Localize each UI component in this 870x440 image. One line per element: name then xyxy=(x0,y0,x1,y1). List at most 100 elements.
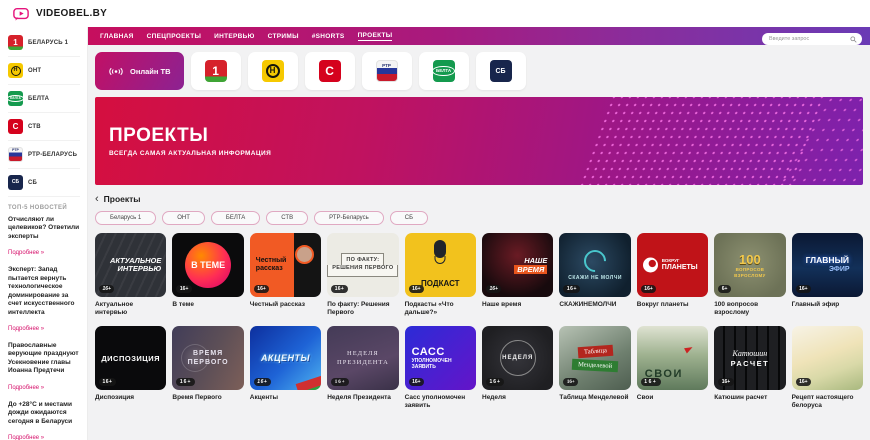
project-title[interactable]: СКАЖИНЕМОЛЧИ xyxy=(559,301,630,309)
videobel-logo-icon[interactable] xyxy=(12,6,30,22)
project-thumbnail[interactable]: НАШЕ ВРЕМЯ 16+ xyxy=(482,233,553,297)
project-title[interactable]: Акценты xyxy=(250,394,321,402)
project-title[interactable]: 100 вопросов взрослому xyxy=(714,301,785,317)
filter-chip[interactable]: ОНТ xyxy=(162,211,205,225)
project-thumbnail[interactable]: ПО ФАКТУ: РЕШЕНИЯ ПЕРВОГО 16+ xyxy=(327,233,398,297)
sidebar-channel-item[interactable]: С СТВ xyxy=(8,113,80,141)
channel-button[interactable]: С xyxy=(305,52,355,90)
online-tv-button[interactable]: Онлайн ТВ xyxy=(95,52,184,90)
sidebar-channel-item[interactable]: РТР РТР-БЕЛАРУСЬ xyxy=(8,141,80,169)
project-card[interactable]: НАШЕ ВРЕМЯ 16+ Наше время xyxy=(482,233,553,317)
project-card[interactable]: ДИСПОЗИЦИЯ 16+ Диспозиция xyxy=(95,326,166,410)
news-item[interactable]: Отчисляют ли целевиков? Ответили эксперт… xyxy=(8,212,80,262)
project-title[interactable]: Вокруг планеты xyxy=(637,301,708,309)
project-title[interactable]: Катюшин расчет xyxy=(714,394,785,402)
project-thumbnail[interactable]: НЕДЕЛЯ ПРЕЗИДЕНТА 16+ xyxy=(327,326,398,390)
project-title[interactable]: Главный эфир xyxy=(792,301,863,309)
project-card[interactable]: ПО ФАКТУ: РЕШЕНИЯ ПЕРВОГО 16+ По факту: … xyxy=(327,233,398,317)
nav-tab[interactable]: ИНТЕРВЬЮ xyxy=(214,33,254,40)
nav-tab[interactable]: ПРОЕКТЫ xyxy=(358,32,393,41)
news-more-link[interactable]: Подробнее » xyxy=(8,250,44,256)
site-title[interactable]: VIDEOBEL.BY xyxy=(36,8,107,19)
project-card[interactable]: СКАЖИ НЕ МОЛЧИ 16+ СКАЖИНЕМОЛЧИ xyxy=(559,233,630,317)
news-more-link[interactable]: Подробнее » xyxy=(8,385,44,391)
sidebar-channel-item[interactable]: 1 БЕЛАРУСЬ 1 xyxy=(8,29,80,57)
project-title[interactable]: Таблица Менделевой xyxy=(559,394,630,402)
project-title[interactable]: Честный рассказ xyxy=(250,301,321,309)
channel-button[interactable]: БЕЛТА xyxy=(419,52,469,90)
project-thumbnail[interactable]: ПОДКАСТ 16+ xyxy=(405,233,476,297)
project-card[interactable]: 100 ВОПРОСОВ ВЗРОСЛОМУ 6+ 100 вопросов в… xyxy=(714,233,785,317)
project-title[interactable]: Сасс уполномочен заявить xyxy=(405,394,476,410)
filter-chip[interactable]: Беларусь 1 xyxy=(95,211,156,225)
project-card[interactable]: СВОИ 16+ Свои xyxy=(637,326,708,410)
project-title[interactable]: Свои xyxy=(637,394,708,402)
search-input[interactable] xyxy=(762,33,862,45)
sidebar-channel-item[interactable]: Н ОНТ xyxy=(8,57,80,85)
project-thumbnail[interactable]: СКАЖИ НЕ МОЛЧИ 16+ xyxy=(559,233,630,297)
project-thumbnail[interactable]: В ТЕМЕ 16+ xyxy=(172,233,243,297)
channel-button[interactable]: СБ xyxy=(476,52,526,90)
project-card[interactable]: ВРЕМЯ ПЕРВОГО 16+ Время Первого xyxy=(172,326,243,410)
thumbnail-subtitle: ПЕРВОГО xyxy=(188,358,229,367)
project-title[interactable]: По факту: Решения Первого xyxy=(327,301,398,317)
project-card[interactable]: НЕДЕЛЯ 16+ Неделя xyxy=(482,326,553,410)
project-title[interactable]: Неделя Президента xyxy=(327,394,398,402)
project-thumbnail[interactable]: НЕДЕЛЯ 16+ xyxy=(482,326,553,390)
filter-chip[interactable]: БЕЛТА xyxy=(211,211,260,225)
filter-chip[interactable]: СТВ xyxy=(266,211,308,225)
project-thumbnail[interactable]: АКЦЕНТЫ 16+ xyxy=(250,326,321,390)
project-thumbnail[interactable]: ДИСПОЗИЦИЯ 16+ xyxy=(95,326,166,390)
project-thumbnail[interactable]: СВОИ 16+ xyxy=(637,326,708,390)
news-item[interactable]: Эксперт: Запад пытается вернуть технолог… xyxy=(8,262,80,338)
project-thumbnail[interactable]: Честный рассказ 16+ xyxy=(250,233,321,297)
project-thumbnail[interactable]: Катюшин РАСЧЕТ 16+ xyxy=(714,326,785,390)
project-card[interactable]: ГЛАВНЫЙ ЭФИР 16+ Главный эфир xyxy=(792,233,863,317)
project-thumbnail[interactable]: САСС УПОЛНОМОЧЕН ЗАЯВИТЬ 16+ xyxy=(405,326,476,390)
project-card[interactable]: ВОКРУГ ПЛАНЕТЫ 16+ Вокруг планеты xyxy=(637,233,708,317)
project-title[interactable]: Неделя xyxy=(482,394,553,402)
channel-button[interactable]: РТР xyxy=(362,52,412,90)
project-card[interactable]: НЕДЕЛЯ ПРЕЗИДЕНТА 16+ Неделя Президента xyxy=(327,326,398,410)
filter-chip[interactable]: СБ xyxy=(390,211,428,225)
project-thumbnail[interactable]: ВРЕМЯ ПЕРВОГО 16+ xyxy=(172,326,243,390)
project-thumbnail[interactable]: 100 ВОПРОСОВ ВЗРОСЛОМУ 6+ xyxy=(714,233,785,297)
project-thumbnail[interactable]: ВОКРУГ ПЛАНЕТЫ 16+ xyxy=(637,233,708,297)
project-card[interactable]: Честный рассказ 16+ Честный рассказ xyxy=(250,233,321,317)
project-card[interactable]: Катюшин РАСЧЕТ 16+ Катюшин расчет xyxy=(714,326,785,410)
nav-tab[interactable]: СПЕЦПРОЕКТЫ xyxy=(147,33,202,40)
project-card[interactable]: АКТУАЛЬНОЕ ИНТЕРВЬЮ 16+ Актуальное интер… xyxy=(95,233,166,317)
breadcrumb[interactable]: ‹ Проекты xyxy=(95,194,863,204)
project-card[interactable]: АКЦЕНТЫ 16+ Акценты xyxy=(250,326,321,410)
sidebar-channel-item[interactable]: БЕЛТА БЕЛТА xyxy=(8,85,80,113)
back-chevron-icon[interactable]: ‹ xyxy=(95,195,99,204)
project-title[interactable]: Подкасты «Что дальше?» xyxy=(405,301,476,317)
filter-chip[interactable]: РТР-Беларусь xyxy=(314,211,384,225)
nav-tab[interactable]: ГЛАВНАЯ xyxy=(100,33,134,40)
project-card[interactable]: ПОДКАСТ 16+ Подкасты «Что дальше?» xyxy=(405,233,476,317)
project-card[interactable]: САСС УПОЛНОМОЧЕН ЗАЯВИТЬ 16+ Сасс уполно… xyxy=(405,326,476,410)
news-item[interactable]: До +28°С и местами дожди ожидаются сегод… xyxy=(8,397,80,440)
project-thumbnail[interactable]: АКТУАЛЬНОЕ ИНТЕРВЬЮ 16+ xyxy=(95,233,166,297)
search-icon[interactable] xyxy=(850,30,857,37)
news-more-link[interactable]: Подробнее » xyxy=(8,326,44,332)
channel-button[interactable]: Н xyxy=(248,52,298,90)
project-thumbnail[interactable]: Таблица Менделевой 16+ xyxy=(559,326,630,390)
project-title[interactable]: В теме xyxy=(172,301,243,309)
nav-tab[interactable]: СТРИМЫ xyxy=(268,33,299,40)
project-card[interactable]: 16+ Рецепт настоящего белоруса xyxy=(792,326,863,410)
channel-button[interactable]: 1 xyxy=(191,52,241,90)
project-title[interactable]: Рецепт настоящего белоруса xyxy=(792,394,863,410)
news-more-link[interactable]: Подробнее » xyxy=(8,435,44,440)
project-title[interactable]: Актуальное интервью xyxy=(95,301,166,317)
sidebar-channel-item[interactable]: СБ СБ xyxy=(8,169,80,197)
project-card[interactable]: Таблица Менделевой 16+ Таблица Менделево… xyxy=(559,326,630,410)
project-title[interactable]: Диспозиция xyxy=(95,394,166,402)
nav-tab[interactable]: #SHORTS xyxy=(312,33,345,40)
news-item[interactable]: Православные верующие празднуют Усекнове… xyxy=(8,338,80,397)
project-thumbnail[interactable]: 16+ xyxy=(792,326,863,390)
project-title[interactable]: Наше время xyxy=(482,301,553,309)
project-card[interactable]: В ТЕМЕ 16+ В теме xyxy=(172,233,243,317)
project-thumbnail[interactable]: ГЛАВНЫЙ ЭФИР 16+ xyxy=(792,233,863,297)
project-title[interactable]: Время Первого xyxy=(172,394,243,402)
